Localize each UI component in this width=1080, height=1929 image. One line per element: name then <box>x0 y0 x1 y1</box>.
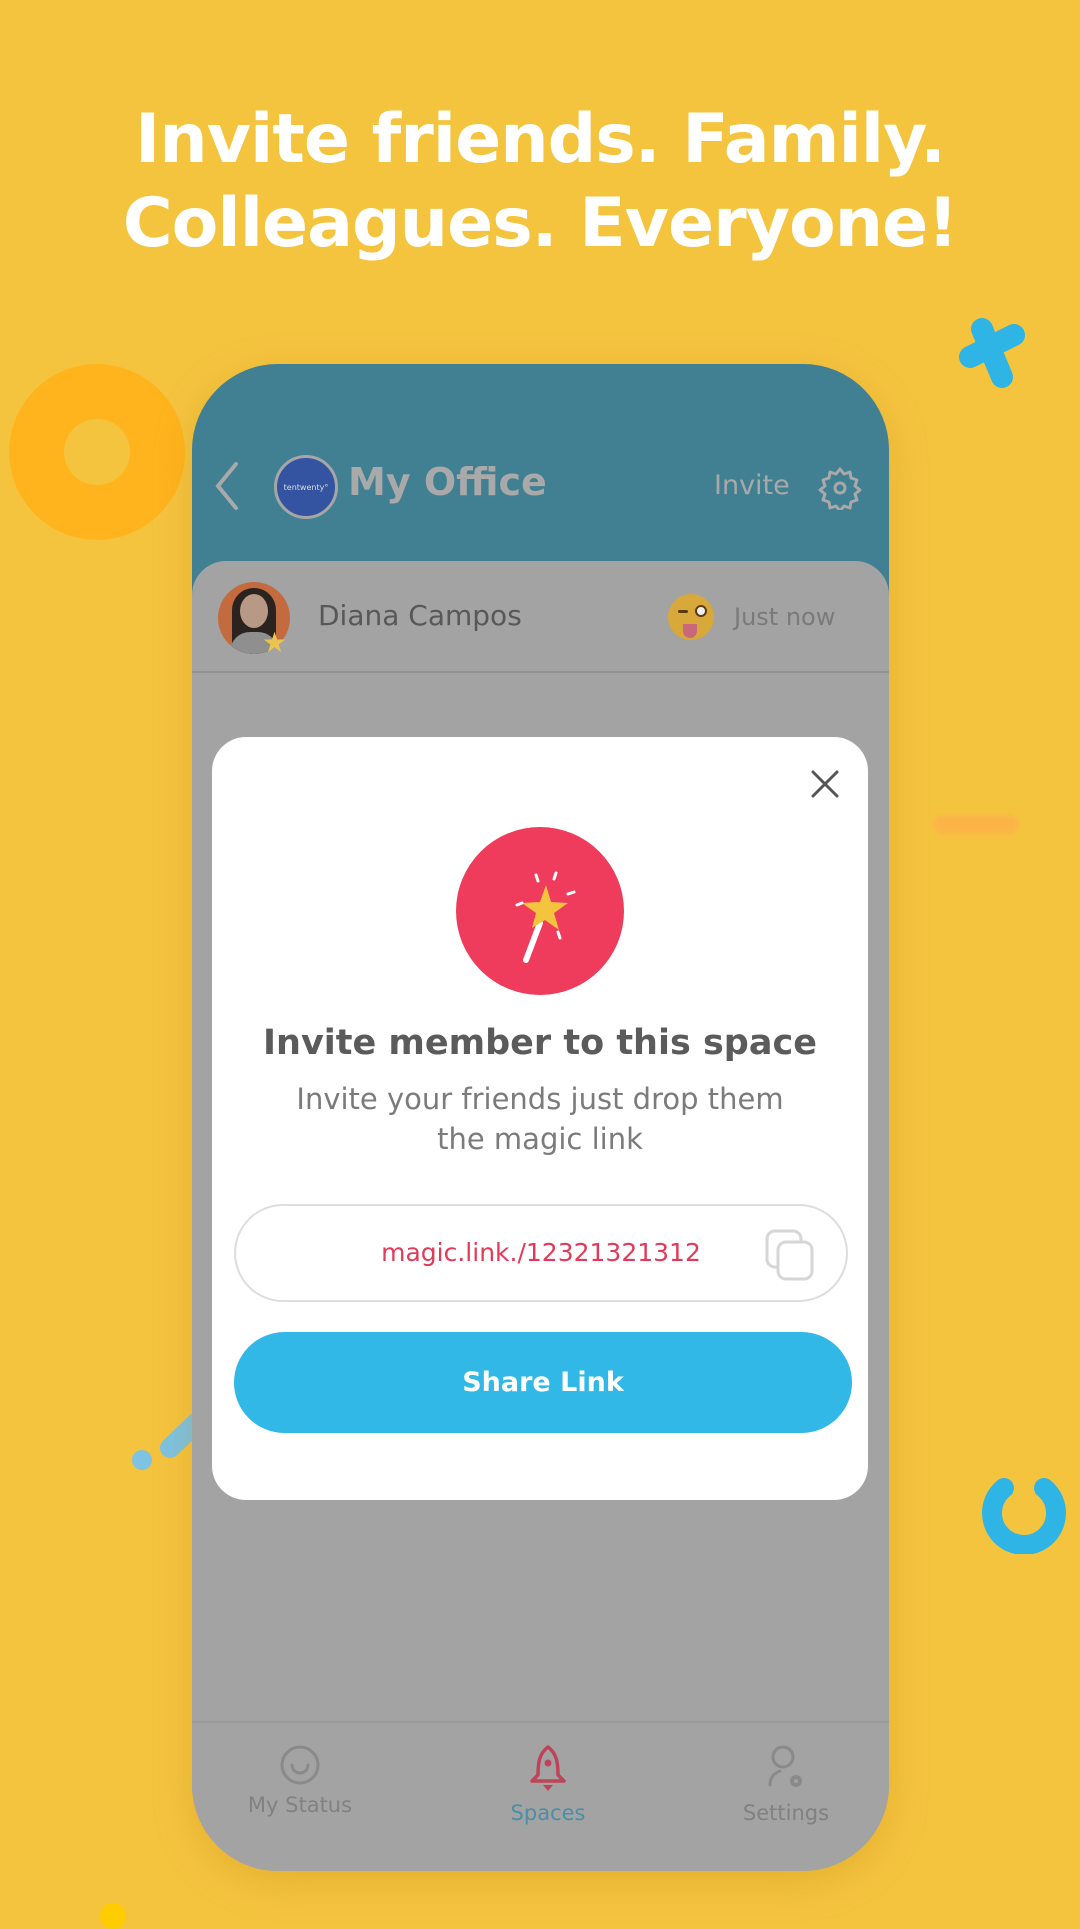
tab-settings[interactable]: Settings <box>706 1743 866 1825</box>
user-gear-icon <box>768 1745 802 1787</box>
invite-modal: Invite member to this space Invite your … <box>212 737 868 1500</box>
space-logo: tentwenty° <box>274 455 338 519</box>
modal-description: Invite your friends just drop them the m… <box>296 1082 784 1156</box>
copy-icon[interactable] <box>764 1228 816 1282</box>
decorative-dot <box>100 1903 126 1929</box>
status-emoji-icon <box>668 594 714 640</box>
member-name: Diana Campos <box>318 599 522 632</box>
promo-headline: Invite friends. Family. Colleagues. Ever… <box>0 98 1080 266</box>
space-title: My Office <box>348 460 547 504</box>
headline-line-1: Invite friends. Family. <box>135 100 946 179</box>
chevron-left-icon[interactable] <box>212 460 242 512</box>
close-icon[interactable] <box>808 767 842 801</box>
rocket-icon <box>530 1745 566 1791</box>
share-link-button[interactable]: Share Link <box>234 1332 852 1433</box>
star-icon: ★ <box>262 626 288 659</box>
decorative-dash <box>933 815 1018 834</box>
list-item[interactable]: ★ Diana Campos Just now <box>192 561 889 673</box>
status-time: Just now <box>734 603 836 631</box>
headline-line-2: Colleagues. Everyone! <box>122 184 958 263</box>
magic-link-value: magic.link./12321321312 <box>381 1238 701 1267</box>
magic-link-field[interactable]: magic.link./12321321312 <box>234 1204 848 1302</box>
gear-icon[interactable] <box>818 466 862 510</box>
magic-wand-icon <box>456 827 624 995</box>
bottom-tab-bar: My Status Spaces Settings <box>192 1721 889 1871</box>
tab-my-status[interactable]: My Status <box>220 1743 380 1817</box>
smiley-icon <box>280 1745 320 1785</box>
decorative-donut <box>9 364 185 540</box>
modal-title: Invite member to this space <box>263 1023 817 1063</box>
decorative-horseshoe <box>982 1478 1066 1554</box>
decorative-cross <box>959 318 1025 388</box>
tab-spaces[interactable]: Spaces <box>468 1743 628 1825</box>
invite-button[interactable]: Invite <box>714 470 790 501</box>
